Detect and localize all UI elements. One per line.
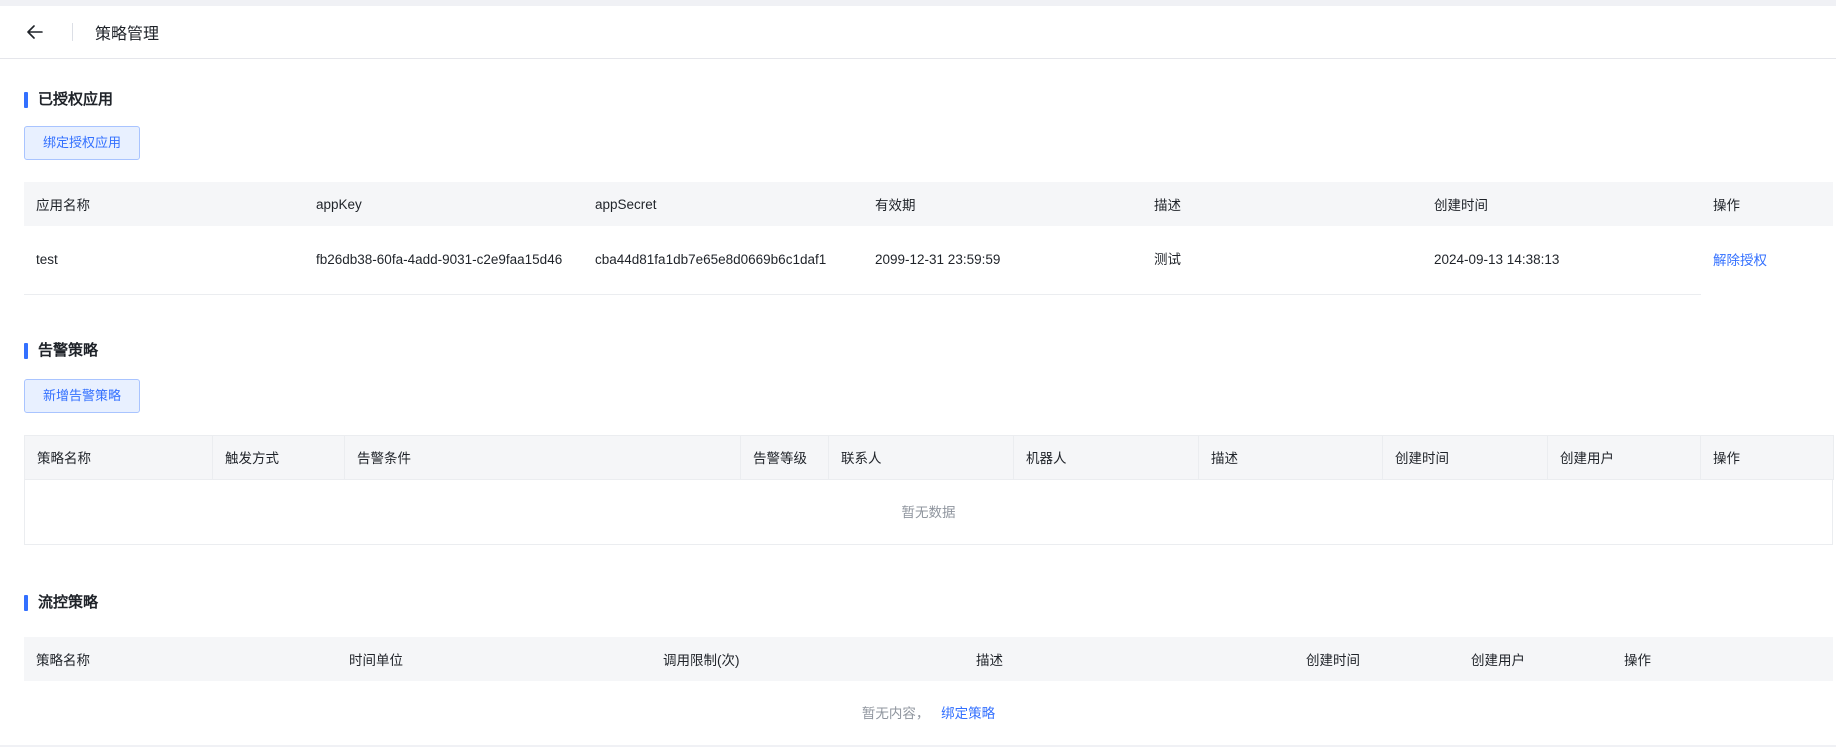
- column-header: 描述: [1142, 182, 1422, 226]
- column-header: 告警条件: [344, 435, 741, 479]
- column-header: 创建时间: [1422, 182, 1701, 226]
- column-header: 机器人: [1013, 435, 1199, 479]
- cell-created-time: 2024-09-13 14:38:13: [1422, 226, 1701, 295]
- back-button[interactable]: [24, 21, 46, 43]
- flow-empty-state: 暂无内容， 绑定策略: [24, 681, 1833, 747]
- column-header: 告警等级: [740, 435, 829, 479]
- page-title: 策略管理: [95, 26, 160, 43]
- flow-empty-text: 暂无内容，: [861, 705, 930, 721]
- column-header: 创建时间: [1294, 636, 1459, 681]
- bind-authorized-app-button[interactable]: 绑定授权应用: [24, 126, 141, 160]
- column-header: 触发方式: [212, 435, 345, 479]
- column-header: 有效期: [863, 182, 1142, 226]
- column-header: 操作: [1701, 182, 1833, 226]
- flow-strategy-table: 策略名称 时间单位 调用限制(次) 描述 创建时间 创建用户 操作: [24, 636, 1833, 681]
- section-title-flow: 流控策略: [24, 593, 1836, 613]
- content: 已授权应用 绑定授权应用 应用名称 appKey appSecret 有效期 描…: [0, 90, 1836, 747]
- cell-description: 测试: [1142, 226, 1422, 295]
- page-header: 策略管理: [0, 6, 1836, 59]
- column-header: 操作: [1700, 435, 1834, 479]
- column-header: 策略名称: [24, 636, 337, 681]
- header-divider: [72, 23, 73, 41]
- alert-strategy-table: 策略名称 触发方式 告警条件 告警等级 联系人 机器人 描述 创建时间 创建用户…: [24, 434, 1834, 480]
- column-header: 调用限制(次): [651, 636, 964, 681]
- add-alert-strategy-button[interactable]: 新增告警策略: [24, 378, 141, 413]
- column-header: appKey: [304, 182, 583, 226]
- cell-app-secret: cba44d81fa1db7e65e8d0669b6c1daf1: [583, 226, 863, 295]
- column-header: appSecret: [583, 182, 863, 226]
- table-header-row: 策略名称 时间单位 调用限制(次) 描述 创建时间 创建用户 操作: [24, 636, 1833, 681]
- cell-expiry: 2099-12-31 23:59:59: [863, 226, 1142, 295]
- column-header: 应用名称: [24, 182, 304, 226]
- revoke-authorization-link[interactable]: 解除授权: [1713, 253, 1767, 268]
- column-header: 创建时间: [1382, 435, 1548, 479]
- bind-strategy-link[interactable]: 绑定策略: [941, 706, 995, 721]
- table-header-row: 应用名称 appKey appSecret 有效期 描述 创建时间 操作: [24, 182, 1833, 226]
- cell-app-key: fb26db38-60fa-4add-9031-c2e9faa15d46: [304, 226, 583, 295]
- table-header-row: 策略名称 触发方式 告警条件 告警等级 联系人 机器人 描述 创建时间 创建用户…: [24, 435, 1834, 479]
- column-header: 创建用户: [1547, 435, 1701, 479]
- column-header: 创建用户: [1459, 636, 1612, 681]
- column-header: 描述: [1198, 435, 1383, 479]
- arrow-left-icon: [27, 25, 43, 39]
- alert-empty-state: 暂无数据: [24, 479, 1833, 545]
- column-header: 联系人: [828, 435, 1014, 479]
- column-header: 时间单位: [337, 636, 651, 681]
- section-title-alert: 告警策略: [24, 341, 1836, 361]
- page: 策略管理 已授权应用 绑定授权应用 应用名称 appKey appSecret …: [0, 6, 1836, 745]
- table-row: test fb26db38-60fa-4add-9031-c2e9faa15d4…: [24, 226, 1833, 295]
- authorized-apps-table: 应用名称 appKey appSecret 有效期 描述 创建时间 操作 tes…: [24, 182, 1833, 295]
- column-header: 策略名称: [24, 435, 213, 479]
- column-header: 描述: [964, 636, 1294, 681]
- cell-app-name: test: [24, 226, 304, 295]
- column-header: 操作: [1612, 636, 1833, 681]
- section-title-authorized: 已授权应用: [24, 90, 1836, 110]
